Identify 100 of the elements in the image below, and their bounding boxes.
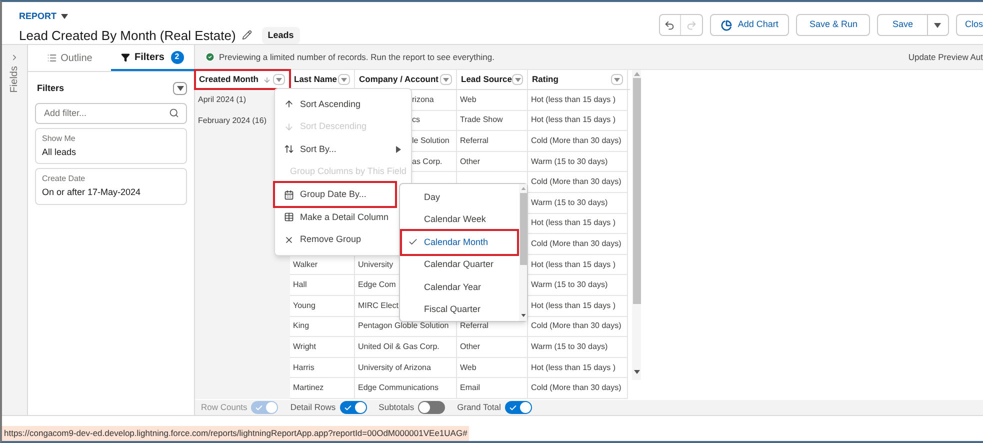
check-icon xyxy=(255,404,264,412)
table-cell: Harris xyxy=(290,358,355,378)
table-cell: Warm (15 to 30 days) xyxy=(528,192,628,214)
caret-icon xyxy=(60,14,68,20)
toolbar-button[interactable]: Save & Run xyxy=(796,14,870,36)
table-cell: Hot (less than 15 days ) xyxy=(528,358,628,378)
table-cell: Hot (less than 15 days ) xyxy=(528,296,628,317)
scrollbar-thumb[interactable] xyxy=(520,193,526,265)
table-cell: Hot (less than 15 days ) xyxy=(528,90,628,111)
check-icon xyxy=(344,404,352,412)
table-cell: Young xyxy=(290,296,355,317)
filter-label: Create Date xyxy=(42,173,86,185)
column-header[interactable]: Lead Source xyxy=(457,70,528,89)
redo-icon xyxy=(686,20,697,30)
table-cell: Email xyxy=(457,378,528,399)
fields-tab[interactable]: Fields xyxy=(7,66,22,93)
caret-icon xyxy=(614,78,620,82)
update-preview-label: Update Preview Aut xyxy=(908,50,983,64)
report-type-label[interactable]: REPORT xyxy=(19,10,57,24)
table-cell: University of Arizona xyxy=(355,358,457,378)
table-cell: Cold (More than 30 days) xyxy=(528,234,628,255)
column-menu-button[interactable] xyxy=(273,74,285,85)
caret-icon xyxy=(934,22,942,28)
arrow-up-icon xyxy=(284,99,294,110)
table-cell: Warm (15 to 30 days) xyxy=(528,152,628,172)
table-cell: Martinez xyxy=(290,378,355,399)
table-cell: Trade Show xyxy=(457,110,528,132)
table-cell: Cold (More than 30 days) xyxy=(528,316,628,338)
preview-message: Previewing a limited number of records. Run the report to see everything. xyxy=(219,50,494,64)
toolbar-button[interactable]: Clos xyxy=(956,14,983,36)
filter-card[interactable]: Show Me All leads xyxy=(35,128,187,164)
column-menu-button[interactable] xyxy=(512,74,523,85)
table-cell: Other xyxy=(457,337,528,358)
table-cell: Cold (More than 30 days) xyxy=(528,378,628,399)
expand-icon[interactable] xyxy=(10,53,19,62)
panel-tab[interactable]: Filters 2 xyxy=(111,45,194,71)
table-cell: Web xyxy=(457,358,528,378)
table-cell: United Oil & Gas Corp. xyxy=(355,337,457,358)
column-menu-button[interactable] xyxy=(440,74,452,85)
add-filter-field[interactable]: Add filter... xyxy=(35,102,187,124)
caret-icon xyxy=(341,78,347,82)
column-menu-button[interactable] xyxy=(338,74,350,85)
scroll-down-icon[interactable] xyxy=(634,370,640,374)
table-cell: Referral xyxy=(457,131,528,152)
caret-icon xyxy=(276,78,282,82)
check-icon xyxy=(408,237,418,248)
table-cell: Hot (less than 15 days ) xyxy=(528,254,628,276)
table-cell: Hall xyxy=(290,275,355,296)
report-type-badge: Leads xyxy=(262,26,300,44)
sort-arrows-icon xyxy=(284,144,294,154)
table-cell: Walker xyxy=(290,254,355,276)
check-icon xyxy=(508,404,517,412)
column-menu-button[interactable] xyxy=(611,74,623,85)
panel-tab[interactable]: Outline xyxy=(28,45,111,71)
toggle-switch[interactable] xyxy=(418,401,446,414)
caret-icon xyxy=(443,78,449,82)
table-cell: Cold (More than 30 days) xyxy=(528,172,628,193)
filter-label: Show Me xyxy=(42,132,76,144)
pencil-icon[interactable] xyxy=(242,30,252,40)
table-cell: Web xyxy=(457,90,528,111)
chart-icon xyxy=(720,20,732,30)
table-cell: King xyxy=(290,316,355,338)
toggle-label: Detail Rows xyxy=(290,401,336,414)
caret-icon xyxy=(176,86,184,92)
filter-icon xyxy=(121,52,130,62)
scrollbar-thumb[interactable] xyxy=(632,78,640,304)
search-icon xyxy=(169,108,179,118)
toggle-switch[interactable] xyxy=(340,401,367,414)
filters-menu-button[interactable] xyxy=(173,82,187,96)
toggle-switch[interactable] xyxy=(504,401,532,414)
menu-item[interactable]: Day xyxy=(402,186,517,208)
arrow-down-icon xyxy=(284,122,294,132)
table-cell: Warm (15 to 30 days) xyxy=(528,275,628,296)
table-cell: Warm (15 to 30 days) xyxy=(528,337,628,358)
table-cell: Hot (less than 15 days ) xyxy=(528,110,628,132)
table-cell: Wright xyxy=(290,337,355,358)
filters-heading: Filters xyxy=(37,82,64,95)
count-badge: 2 xyxy=(170,50,184,64)
close-icon xyxy=(284,234,294,245)
undo-icon xyxy=(664,20,676,30)
toggle-label: Grand Total xyxy=(457,401,501,414)
toggle-label: Row Counts xyxy=(201,401,248,414)
calendar-icon xyxy=(284,190,294,200)
filter-card[interactable]: Create Date On or after 17-May-2024 xyxy=(35,168,187,204)
table-cell: Cold (More than 30 days) xyxy=(528,131,628,152)
table-cell: Edge Communications xyxy=(355,378,457,399)
report-title: Lead Created By Month (Real Estate) xyxy=(19,26,236,45)
scroll-up-icon[interactable] xyxy=(634,72,640,76)
menu-item[interactable]: Group Date By... xyxy=(275,183,395,206)
table-cell: Hot (less than 15 days ) xyxy=(528,214,628,234)
column-header[interactable]: Created Month xyxy=(195,70,290,89)
table-icon xyxy=(284,212,294,222)
filter-value: On or after 17-May-2024 xyxy=(42,186,142,199)
status-url: https://congacom9-dev-ed.develop.lightning.force.com/reports/lightningReportApp.app?reportId=00OdM000001VEe1UAG# xyxy=(2,426,470,441)
success-icon xyxy=(205,52,215,62)
scroll-up-icon[interactable] xyxy=(520,187,526,190)
caret-icon xyxy=(514,78,521,82)
toggle-label: Subtotals xyxy=(378,401,414,414)
column-header[interactable]: Rating xyxy=(528,70,628,89)
add-chart-button[interactable]: Add Chart xyxy=(710,14,790,36)
